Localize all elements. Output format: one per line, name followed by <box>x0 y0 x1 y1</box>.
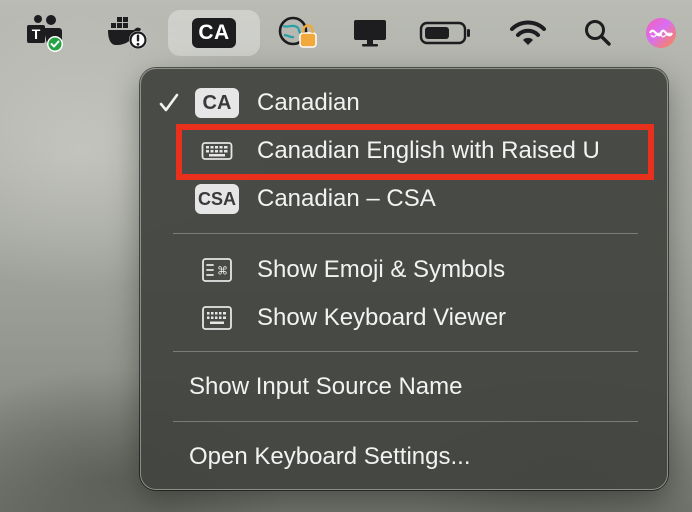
menu-item-canadian-csa[interactable]: CSA Canadian – CSA <box>141 176 667 222</box>
emoji-symbols-icon: ⌘ <box>202 258 232 282</box>
menu-item-open-keyboard-settings[interactable]: Open Keyboard Settings... <box>141 434 667 480</box>
menu-item-label: Canadian <box>257 89 360 116</box>
menu-item-canadian[interactable]: CA Canadian <box>141 80 667 126</box>
ca-badge-icon: CA <box>195 88 239 118</box>
menu-separator <box>173 421 638 422</box>
input-source-dropdown: CA Canadian Canadian English with Raised… <box>140 68 668 490</box>
input-source-menu[interactable]: CA <box>168 10 260 56</box>
vpn-lock-icon[interactable] <box>274 10 322 56</box>
keyboard-icon <box>201 142 233 160</box>
svg-text:⌘: ⌘ <box>217 265 228 278</box>
menu-item-label: Canadian English with Raised U <box>257 137 600 164</box>
battery-icon[interactable] <box>418 10 474 56</box>
menu-item-label: Canadian – CSA <box>257 185 436 212</box>
menu-item-label: Show Emoji & Symbols <box>257 256 506 283</box>
wifi-icon[interactable] <box>506 10 550 56</box>
search-icon[interactable] <box>578 10 618 56</box>
menu-item-label: Show Keyboard Viewer <box>257 304 507 331</box>
menu-item-show-emoji-symbols[interactable]: ⌘ Show Emoji & Symbols <box>141 247 667 293</box>
menu-separator <box>173 233 638 234</box>
siri-icon[interactable] <box>638 10 684 56</box>
teams-badge-letter: T <box>32 26 41 42</box>
teams-icon[interactable]: T <box>22 10 68 56</box>
menu-item-label: Show Input Source Name <box>189 373 463 400</box>
menu-separator <box>173 351 638 352</box>
menu-item-show-input-source-name[interactable]: Show Input Source Name <box>141 364 667 410</box>
checkmark-icon <box>159 93 179 112</box>
display-icon[interactable] <box>348 10 392 56</box>
menu-item-canadian-english-raised-u[interactable]: Canadian English with Raised U <box>141 128 667 174</box>
menu-item-show-keyboard-viewer[interactable]: Show Keyboard Viewer <box>141 295 667 341</box>
keyboard-viewer-icon <box>202 306 232 330</box>
csa-badge-icon: CSA <box>195 184 239 214</box>
input-source-badge: CA <box>192 18 236 48</box>
menu-bar: T CA <box>0 0 692 66</box>
docker-warning-icon[interactable] <box>104 10 152 56</box>
menu-item-label: Open Keyboard Settings... <box>189 443 471 470</box>
